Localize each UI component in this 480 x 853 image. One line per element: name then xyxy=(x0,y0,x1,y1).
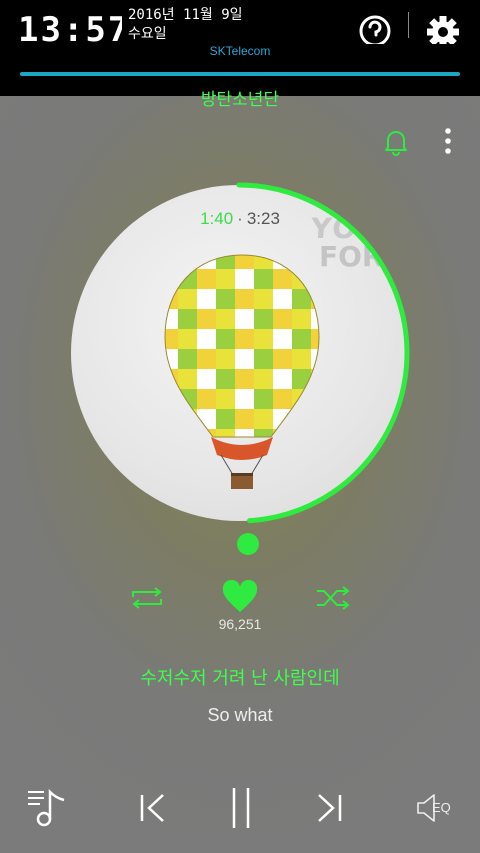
heart-icon[interactable] xyxy=(221,580,259,614)
time-display: 1:40 · 3:23 xyxy=(190,208,290,230)
help-circle-icon[interactable] xyxy=(358,14,392,44)
repeat-icon[interactable] xyxy=(129,585,165,611)
time-separator: · xyxy=(237,209,243,228)
clock-time: 13:57 xyxy=(18,10,122,42)
playback-progress-ring[interactable] xyxy=(70,182,412,524)
notification-progress-line xyxy=(20,72,460,76)
clock-day: 수요일 xyxy=(128,26,167,40)
total-duration: 3:23 xyxy=(246,209,280,228)
gear-icon[interactable] xyxy=(424,12,462,44)
playlist-icon[interactable] xyxy=(26,786,68,828)
like-count: 96,251 xyxy=(218,616,262,632)
album-disc[interactable]: YOU FOREVER 1:40·3:23 xyxy=(70,182,412,524)
artist-name[interactable]: 방탄소년단 xyxy=(0,86,480,114)
lyric-current-line[interactable]: 수저수저 거려 난 사람인데 xyxy=(0,664,480,694)
carrier-name: SKTelecom xyxy=(209,44,271,58)
elapsed-time: 1:40 xyxy=(200,209,234,228)
clock-date: 2016년 11월 9일 xyxy=(128,7,243,23)
skip-next-icon[interactable] xyxy=(315,792,343,824)
pause-icon[interactable] xyxy=(228,786,254,830)
more-vertical-icon[interactable] xyxy=(440,126,456,158)
skip-previous-icon[interactable] xyxy=(139,792,167,824)
seek-handle[interactable] xyxy=(237,533,259,555)
equalizer-label[interactable]: EQ xyxy=(432,800,451,815)
status-bar: 13:57 2016년 11월 9일 수요일 SKTelecom xyxy=(0,0,480,96)
lyric-next-line[interactable]: So what xyxy=(0,702,480,728)
bell-icon[interactable] xyxy=(382,127,410,157)
shuffle-icon[interactable] xyxy=(315,586,351,610)
status-divider xyxy=(408,12,409,38)
